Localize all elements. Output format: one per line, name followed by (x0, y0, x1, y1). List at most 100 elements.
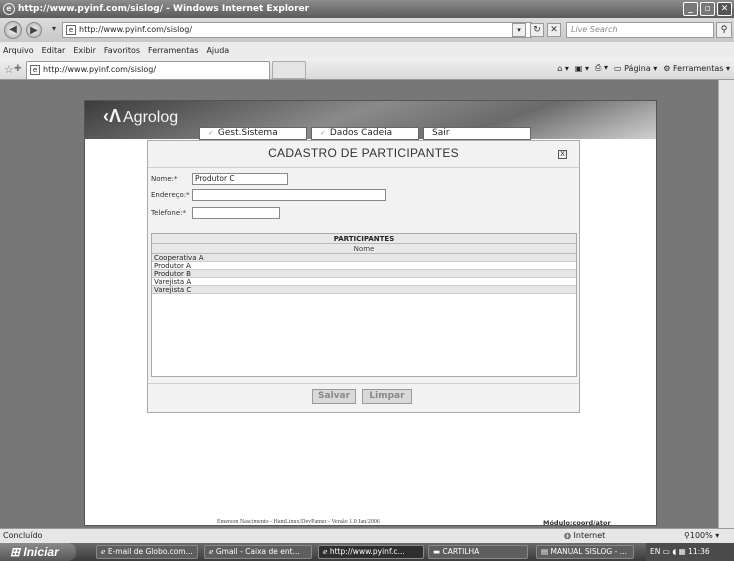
tab-page-icon: e (30, 65, 40, 75)
status-text: Concluído (3, 531, 43, 540)
task-label: E-mail de Globo.com... (107, 547, 193, 556)
refresh-icon[interactable]: ↻ (530, 23, 544, 37)
search-placeholder: Live Search (571, 25, 618, 34)
windows-logo-icon: ⊞ (10, 545, 24, 559)
grid-column-nome[interactable]: Nome (152, 244, 576, 254)
table-row[interactable]: Produtor B (152, 270, 576, 278)
ie-icon: ℯ (209, 547, 216, 556)
language-indicator[interactable]: EN (650, 547, 660, 556)
nav-gest-sistema[interactable]: ✓ Gest.Sistema (199, 127, 307, 140)
nome-label: Nome:* (151, 175, 178, 183)
start-label: Iniciar (23, 545, 59, 559)
ie-icon: ℯ (323, 547, 330, 556)
check-icon: ✓ (320, 129, 326, 137)
maximize-button[interactable]: ▫ (700, 2, 715, 16)
home-icon[interactable]: ⌂ ▾ (557, 64, 569, 73)
tab-bar: ☆ ✚ e http://www.pyinf.com/sislog/ ⌂ ▾ ▣… (0, 58, 734, 80)
zoom-control[interactable]: ⚲100% ▾ (684, 529, 719, 543)
site-logo: ‹Λ Agrolog (103, 106, 178, 127)
command-bar: ⌂ ▾ ▣ ▾ ⎙ ▾ ▭ Página ▾ ⚙ Ferramentas ▾ (557, 63, 730, 73)
save-button[interactable]: Salvar (312, 389, 356, 404)
telefone-label: Telefone:* (151, 209, 186, 217)
address-toolbar: ◀ ▶ ▾ e http://www.pyinf.com/sislog/ ▾ ↻… (0, 18, 734, 42)
stop-icon[interactable]: ✕ (547, 23, 561, 37)
task-label: CARTILHA (442, 547, 480, 556)
nome-field[interactable]: Produtor C (192, 173, 288, 185)
security-zone: ◍ Internet (564, 529, 605, 543)
address-input[interactable]: e http://www.pyinf.com/sislog/ (62, 22, 532, 38)
forward-button[interactable]: ▶ (26, 22, 42, 38)
task-label: MANUAL SISLOG - ... (550, 547, 627, 556)
ie-logo-icon: e (3, 3, 15, 15)
zone-label: Internet (573, 531, 606, 540)
browser-tab[interactable]: e http://www.pyinf.com/sislog/ (26, 61, 270, 79)
menu-ferramentas[interactable]: Ferramentas (148, 46, 198, 55)
taskbar: ⊞ Iniciar ℯ E-mail de Globo.com... ℯ Gma… (0, 543, 734, 561)
favorites-star-icon[interactable]: ☆ (4, 63, 14, 76)
web-page: ‹Λ Agrolog ✓ Gest.Sistema ✓ Dados Cadeia Sa… (84, 100, 657, 527)
minimize-button[interactable]: _ (683, 2, 698, 16)
window-title: http://www.pyinf.com/sislog/ - Windows I… (18, 4, 310, 14)
address-dropdown-icon[interactable]: ▾ (512, 23, 526, 37)
tab-title: http://www.pyinf.com/sislog/ (43, 65, 157, 74)
task-email-globo[interactable]: ℯ E-mail de Globo.com... (96, 545, 198, 559)
task-pyinf[interactable]: ℯ http://www.pyinf.c... (318, 545, 424, 559)
close-icon[interactable]: X (558, 150, 567, 159)
footer-module: Módulo:coord/ator (543, 519, 611, 527)
table-row[interactable]: Varejista C (152, 286, 576, 294)
network-icon[interactable]: ▦ (679, 547, 688, 556)
nav-label: Gest.Sistema (217, 128, 278, 138)
check-icon: ✓ (208, 129, 214, 137)
menu-editar[interactable]: Editar (42, 46, 66, 55)
globe-icon: ◍ (564, 531, 574, 540)
table-row[interactable]: Varejista A (152, 278, 576, 286)
clear-button[interactable]: Limpar (362, 389, 412, 404)
participantes-grid: PARTICIPANTES Nome Cooperativa A Produto… (151, 233, 577, 377)
telefone-field[interactable] (192, 207, 280, 219)
browser-viewport: ‹Λ Agrolog ✓ Gest.Sistema ✓ Dados Cadeia Sa… (0, 80, 734, 528)
grid-title: PARTICIPANTES (152, 234, 576, 244)
menu-ajuda[interactable]: Ajuda (206, 46, 229, 55)
footer-credits: Emerson Nascimento - HamLinux/DevPamer -… (217, 519, 380, 525)
table-row[interactable]: Cooperativa A (152, 254, 576, 262)
search-input[interactable]: Live Search (566, 22, 714, 38)
endereco-field[interactable] (192, 189, 386, 201)
clock[interactable]: 11:36 (688, 547, 710, 556)
task-manual-sislog[interactable]: ▤ MANUAL SISLOG - ... (536, 545, 634, 559)
logo-text: Agrolog (123, 109, 179, 126)
vertical-scrollbar[interactable] (718, 80, 734, 528)
address-url-text: http://www.pyinf.com/sislog/ (79, 25, 193, 34)
close-window-button[interactable]: ✕ (717, 2, 732, 16)
add-favorites-icon[interactable]: ✚ (14, 64, 22, 74)
keyboard-icon[interactable]: ▭ (663, 547, 672, 556)
page-menu-label: Página (624, 63, 651, 73)
cadastro-dialog: CADASTRO DE PARTICIPANTES X Nome:* Produ… (147, 140, 580, 413)
task-gmail[interactable]: ℯ Gmail - Caixa de ent... (204, 545, 312, 559)
start-button[interactable]: ⊞ Iniciar (0, 543, 76, 561)
search-icon[interactable]: ⚲ (716, 22, 732, 38)
menu-exibir[interactable]: Exibir (73, 46, 96, 55)
history-dropdown-icon[interactable]: ▾ (52, 24, 56, 33)
task-cartilha[interactable]: ▬ CARTILHA (428, 545, 528, 559)
print-icon[interactable]: ⎙ ▾ (595, 63, 608, 73)
back-button[interactable]: ◀ (4, 21, 22, 39)
feeds-icon[interactable]: ▣ ▾ (575, 64, 589, 73)
table-row[interactable]: Produtor A (152, 262, 576, 270)
menu-arquivo[interactable]: Arquivo (3, 46, 34, 55)
menu-favoritos[interactable]: Favoritos (104, 46, 140, 55)
task-label: http://www.pyinf.c... (329, 547, 405, 556)
tools-menu[interactable]: ⚙ Ferramentas ▾ (663, 64, 730, 73)
page-menu[interactable]: ▭ Página ▾ (614, 64, 657, 73)
nav-sair[interactable]: Sair (423, 127, 531, 140)
nav-dados-cadeia[interactable]: ✓ Dados Cadeia (311, 127, 419, 140)
page-icon: e (66, 25, 76, 35)
endereco-label: Endereço:* (151, 191, 190, 199)
nav-label: Dados Cadeia (329, 128, 393, 138)
menu-bar: Arquivo Editar Exibir Favoritos Ferramen… (0, 42, 734, 58)
task-label: Gmail - Caixa de ent... (215, 547, 300, 556)
tools-menu-label: Ferramentas (673, 63, 724, 73)
ie-icon: ℯ (101, 547, 108, 556)
divider (148, 383, 579, 384)
window-controls: _ ▫ ✕ (683, 2, 732, 16)
new-tab-button[interactable] (272, 61, 306, 79)
